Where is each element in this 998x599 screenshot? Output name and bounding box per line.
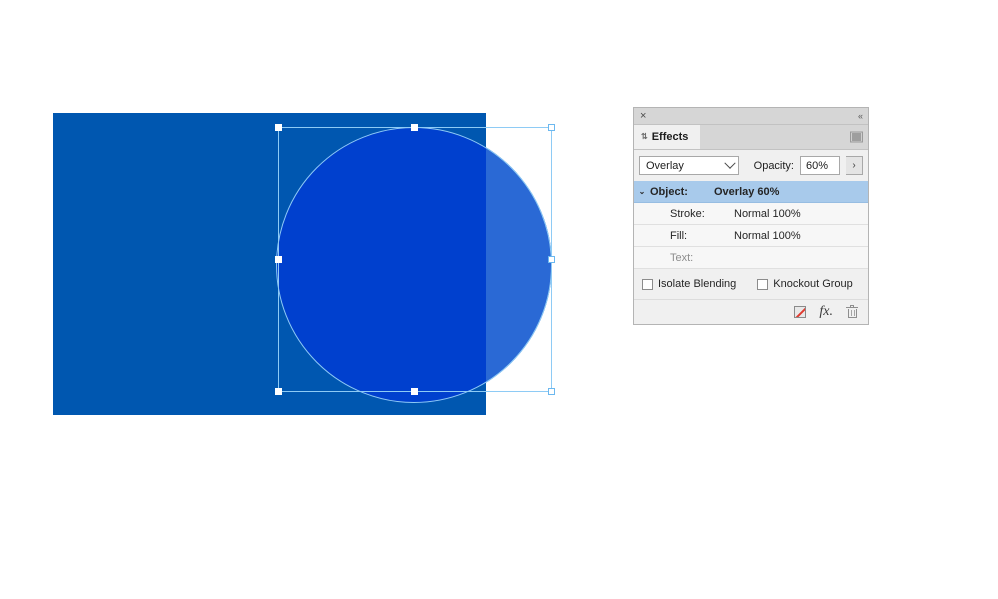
blend-mode-opacity-row: Overlay Opacity: 60% ›	[634, 150, 868, 181]
opacity-label: Opacity:	[754, 160, 794, 172]
panel-title-bar: × «	[634, 108, 868, 125]
menu-line	[852, 134, 861, 135]
blend-row-object[interactable]: ⌄ Object: Overlay 60%	[634, 181, 868, 203]
knockout-group-label: Knockout Group	[773, 278, 853, 290]
selection-handle-bottom-left[interactable]	[275, 388, 282, 395]
add-effect-fx-button[interactable]: fx.	[819, 305, 833, 319]
selection-handle-bottom-center[interactable]	[411, 388, 418, 395]
blend-row-fill-value: Normal 100%	[726, 230, 801, 242]
blend-row-object-key: Object:	[650, 186, 706, 198]
menu-line	[852, 140, 861, 141]
tab-effects-label: Effects	[652, 131, 689, 143]
blend-row-text: Text:	[634, 247, 868, 269]
blend-row-stroke-key: Stroke:	[650, 208, 726, 220]
blending-options-row: Isolate Blending Knockout Group	[634, 269, 868, 300]
blend-row-fill-key: Fill:	[650, 230, 726, 242]
opacity-stepper-button[interactable]: ›	[846, 156, 863, 175]
blend-row-stroke-value: Normal 100%	[726, 208, 801, 220]
delete-effect-icon[interactable]	[846, 306, 858, 319]
tab-effects[interactable]: ⇅ Effects	[634, 125, 700, 149]
selection-handle-bottom-right[interactable]	[548, 388, 555, 395]
checkbox-box-icon[interactable]	[757, 279, 768, 290]
blend-mode-select[interactable]: Overlay	[639, 156, 739, 175]
knockout-group-checkbox[interactable]: Knockout Group	[757, 278, 853, 290]
menu-line	[852, 136, 861, 137]
artboard-canvas[interactable]	[0, 0, 620, 599]
panel-tab-row: ⇅ Effects	[634, 125, 868, 150]
collapse-panel-icon[interactable]: «	[858, 112, 862, 121]
effects-panel: × « ⇅ Effects Overlay Opacity: 60% › ⌄ O…	[633, 107, 869, 325]
selection-handle-middle-right[interactable]	[548, 256, 555, 263]
isolate-blending-label: Isolate Blending	[658, 278, 736, 290]
blend-row-stroke[interactable]: Stroke: Normal 100%	[634, 203, 868, 225]
panel-menu-icon[interactable]	[850, 132, 863, 143]
trash-body	[848, 309, 857, 318]
chevron-down-icon[interactable]: ⌄	[634, 187, 650, 196]
trash-shape	[846, 306, 858, 319]
checkbox-box-icon[interactable]	[642, 279, 653, 290]
no-color-swatch-icon[interactable]	[794, 306, 806, 318]
blend-row-object-value: Overlay 60%	[706, 186, 779, 198]
blend-mode-value: Overlay	[646, 160, 684, 172]
blending-attributes-list: ⌄ Object: Overlay 60% Stroke: Normal 100…	[634, 181, 868, 269]
selection-bounding-box[interactable]	[278, 127, 551, 391]
selection-handle-top-center[interactable]	[411, 124, 418, 131]
blend-row-text-key: Text:	[650, 252, 726, 264]
panel-footer-toolbar: fx.	[634, 300, 868, 324]
blend-row-fill[interactable]: Fill: Normal 100%	[634, 225, 868, 247]
selection-handle-top-right[interactable]	[548, 124, 555, 131]
no-color-shape	[794, 306, 806, 318]
isolate-blending-checkbox[interactable]: Isolate Blending	[642, 278, 736, 290]
selection-handle-top-left[interactable]	[275, 124, 282, 131]
close-icon[interactable]: ×	[640, 111, 646, 122]
chevron-down-icon	[724, 157, 735, 168]
opacity-input[interactable]: 60%	[800, 156, 840, 175]
tab-grip-icon: ⇅	[641, 133, 648, 141]
selection-handle-middle-left[interactable]	[275, 256, 282, 263]
menu-line	[852, 138, 861, 139]
